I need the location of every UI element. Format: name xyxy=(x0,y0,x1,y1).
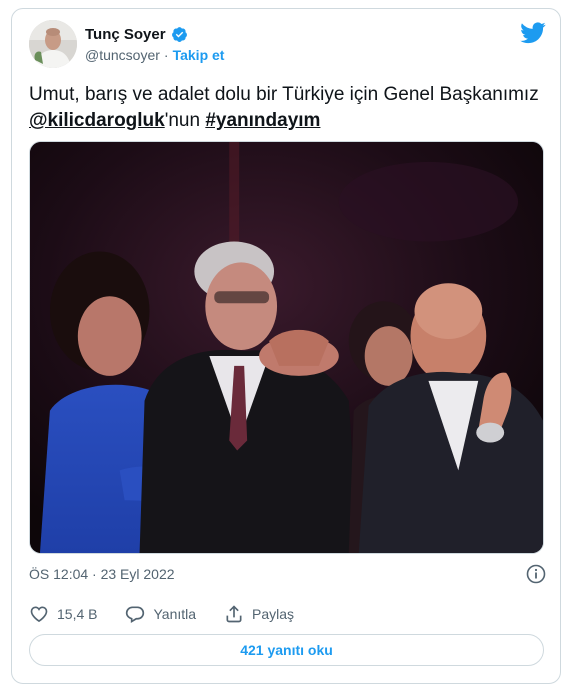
handle[interactable]: @tuncsoyer xyxy=(85,47,160,63)
follow-button[interactable]: Takip et xyxy=(173,47,225,63)
read-replies-button[interactable]: 421 yanıtı oku xyxy=(29,634,544,666)
tweet-photo[interactable] xyxy=(29,141,544,554)
like-button[interactable]: 15,4 B xyxy=(29,604,97,624)
tweet-text: Umut, barış ve adalet dolu bir Türkiye i… xyxy=(29,82,539,134)
tweet-card: Tunç Soyer @tuncsoyer · Takip et Umut, b… xyxy=(11,8,561,684)
reply-label: Yanıtla xyxy=(153,606,197,622)
hashtag-link[interactable]: #yanındayım xyxy=(205,110,320,131)
name-row: Tunç Soyer xyxy=(85,26,188,43)
mention-link[interactable]: @kilicdarogluk xyxy=(29,110,165,131)
action-row: 15,4 B Yanıtla Paylaş xyxy=(29,601,322,627)
meta-row: ÖS 12:04 · 23 Eyl 2022 xyxy=(29,564,546,584)
verified-badge-icon xyxy=(171,26,188,43)
heart-icon xyxy=(30,606,48,623)
info-icon[interactable] xyxy=(526,564,546,584)
share-button[interactable]: Paylaş xyxy=(224,604,294,624)
reply-button[interactable]: Yanıtla xyxy=(125,604,196,624)
separator: · xyxy=(163,47,169,63)
reply-icon xyxy=(126,606,145,623)
share-icon xyxy=(226,605,242,623)
twitter-logo-icon[interactable] xyxy=(520,22,546,44)
tweet-text-part1: Umut, barış ve adalet dolu bir Türkiye i… xyxy=(29,84,539,105)
handle-row: @tuncsoyer · Takip et xyxy=(85,47,224,63)
like-count: 15,4 B xyxy=(57,606,98,622)
timestamp[interactable]: ÖS 12:04 · 23 Eyl 2022 xyxy=(29,566,175,582)
tweet-header: Tunç Soyer @tuncsoyer · Takip et xyxy=(29,20,546,70)
tweet-text-part2: 'nun xyxy=(164,110,206,131)
share-label: Paylaş xyxy=(252,606,295,622)
display-name[interactable]: Tunç Soyer xyxy=(85,26,166,43)
avatar[interactable] xyxy=(29,20,77,68)
